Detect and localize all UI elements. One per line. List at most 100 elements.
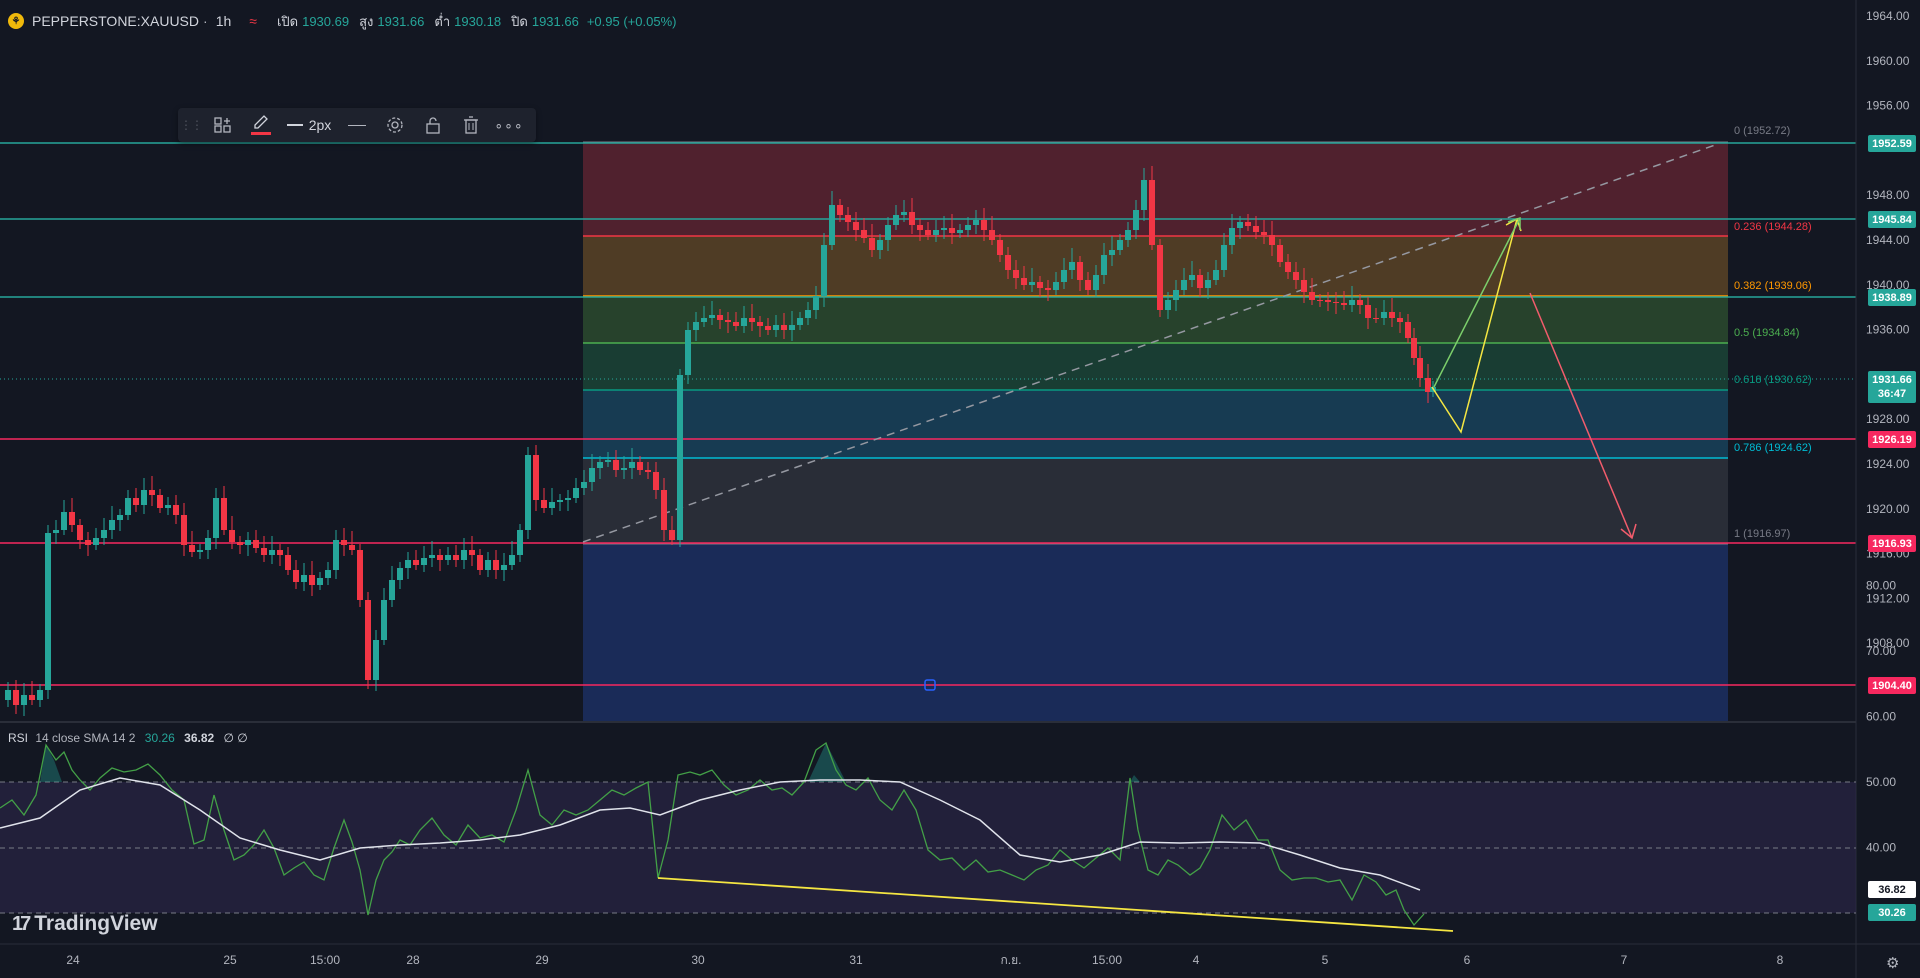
candle-body [1181,280,1187,290]
price-tag-1938: 1938.89 [1868,289,1916,306]
fib-label-l786: 0.786 (1924.62) [1734,442,1812,454]
candle-body [437,555,443,560]
time-axis-label: 8 [1777,953,1784,967]
price-axis-label: 1944.00 [1866,233,1910,247]
candle-body [413,560,419,565]
line-width-button[interactable]: 2px [280,108,338,142]
price-axis[interactable]: 1964.001960.001956.001948.001944.001940.… [1866,9,1910,650]
line-style-icon [348,124,366,126]
tradingview-logo[interactable]: 17 TradingView [12,912,158,936]
candle-body [789,325,795,330]
candle-body [13,690,19,705]
time-axis-label: 24 [66,953,80,967]
candle-body [389,580,395,600]
candle-body [653,472,659,490]
candle-body [813,296,819,310]
candle-body [1189,275,1195,280]
candle-body [533,455,539,500]
more-options-button[interactable]: ∘∘∘ [490,108,528,142]
time-axis-label: 28 [406,953,420,967]
candle-body [1277,245,1283,262]
timeframe-label[interactable]: 1h [216,13,232,29]
candle-body [349,545,355,550]
candle-body [1221,245,1227,270]
candle-body [685,330,691,375]
candle-body [861,230,867,238]
candle-body [973,220,979,225]
line-style-button[interactable] [338,108,376,142]
time-axis-label: 7 [1621,953,1628,967]
fib-retracement[interactable] [583,141,1728,722]
candle-body [357,550,363,600]
rsi-axis-label: 70.00 [1866,644,1896,658]
delete-button[interactable] [452,108,490,142]
candle-body [509,555,515,565]
candle-body [53,530,59,533]
price-axis-label: 1960.00 [1866,54,1910,68]
candle-body [981,220,987,230]
current-price: 1931.66 [1872,374,1912,386]
current-price-tag: 1931.66 36:47 [1868,371,1916,403]
candle-body [757,322,763,326]
candle-body [1357,300,1363,305]
candle-body [1021,278,1027,285]
rsi-extra-values: ∅ ∅ [223,731,248,745]
market-status-icon[interactable]: ≈ [249,13,257,29]
candle-body [197,550,203,552]
chart-settings-gear-icon[interactable]: ⚙ [1886,954,1902,972]
candle-body [221,498,227,530]
candle-body [1301,280,1307,292]
candle-body [573,488,579,498]
open-label: เปิด [276,13,299,29]
pencil-icon [254,115,268,129]
rsi-pane[interactable] [0,741,1856,932]
candle-body [725,320,731,322]
settings-button[interactable] [376,108,414,142]
candle-body [637,462,643,470]
candle-body [405,560,411,568]
candle-body [1029,282,1035,285]
chart-canvas[interactable]: 1964.001960.001956.001948.001944.001940.… [0,0,1920,978]
candle-body [669,530,675,540]
candle-body [869,238,875,250]
candle-body [1069,262,1075,270]
candle-body [301,575,307,582]
time-axis-label: 4 [1193,953,1200,967]
symbol-name[interactable]: PEPPERSTONE:XAUUSD [32,13,199,29]
candle-body [517,530,523,555]
candle-body [1101,255,1107,275]
candle-body [597,462,603,468]
drawing-toolbar[interactable]: ⋮⋮ 2px ∘∘∘ [178,108,536,142]
candle-body [1373,318,1379,319]
candle-body [557,500,563,502]
rsi-legend[interactable]: RSI 14 close SMA 14 2 30.26 36.82 ∅ ∅ [8,731,248,745]
time-axis-label: 30 [691,953,705,967]
candle-body [701,318,707,322]
candle-body [677,375,683,540]
candle-body [429,555,435,558]
candle-body [1045,288,1051,290]
candle-body [1053,282,1059,290]
candle-body [765,326,771,330]
candle-body [29,695,35,700]
candle-body [1293,272,1299,280]
tradingview-name: TradingView [34,912,158,935]
templates-button[interactable] [204,108,242,142]
fib-label-l382: 0.382 (1939.06) [1734,280,1812,292]
time-axis-label: 31 [849,953,863,967]
candle-countdown: 36:47 [1877,388,1907,400]
rsi-axis-label: 40.00 [1866,841,1896,855]
price-axis-label: 1956.00 [1866,99,1910,113]
candle-body [589,468,595,482]
candle-body [117,515,123,520]
candle-body [1133,210,1139,230]
candle-body [845,215,851,222]
drag-handle-icon[interactable]: ⋮⋮ [178,108,204,142]
line-color-button[interactable] [242,108,280,142]
candle-body [797,318,803,325]
lock-button[interactable] [414,108,452,142]
color-swatch [251,132,271,135]
time-axis[interactable]: 24 25 15:00 28 29 30 31 ก.ย. 15:00 4 5 6 7 8 [66,953,1783,967]
candle-body [717,315,723,320]
candle-body [1037,282,1043,288]
